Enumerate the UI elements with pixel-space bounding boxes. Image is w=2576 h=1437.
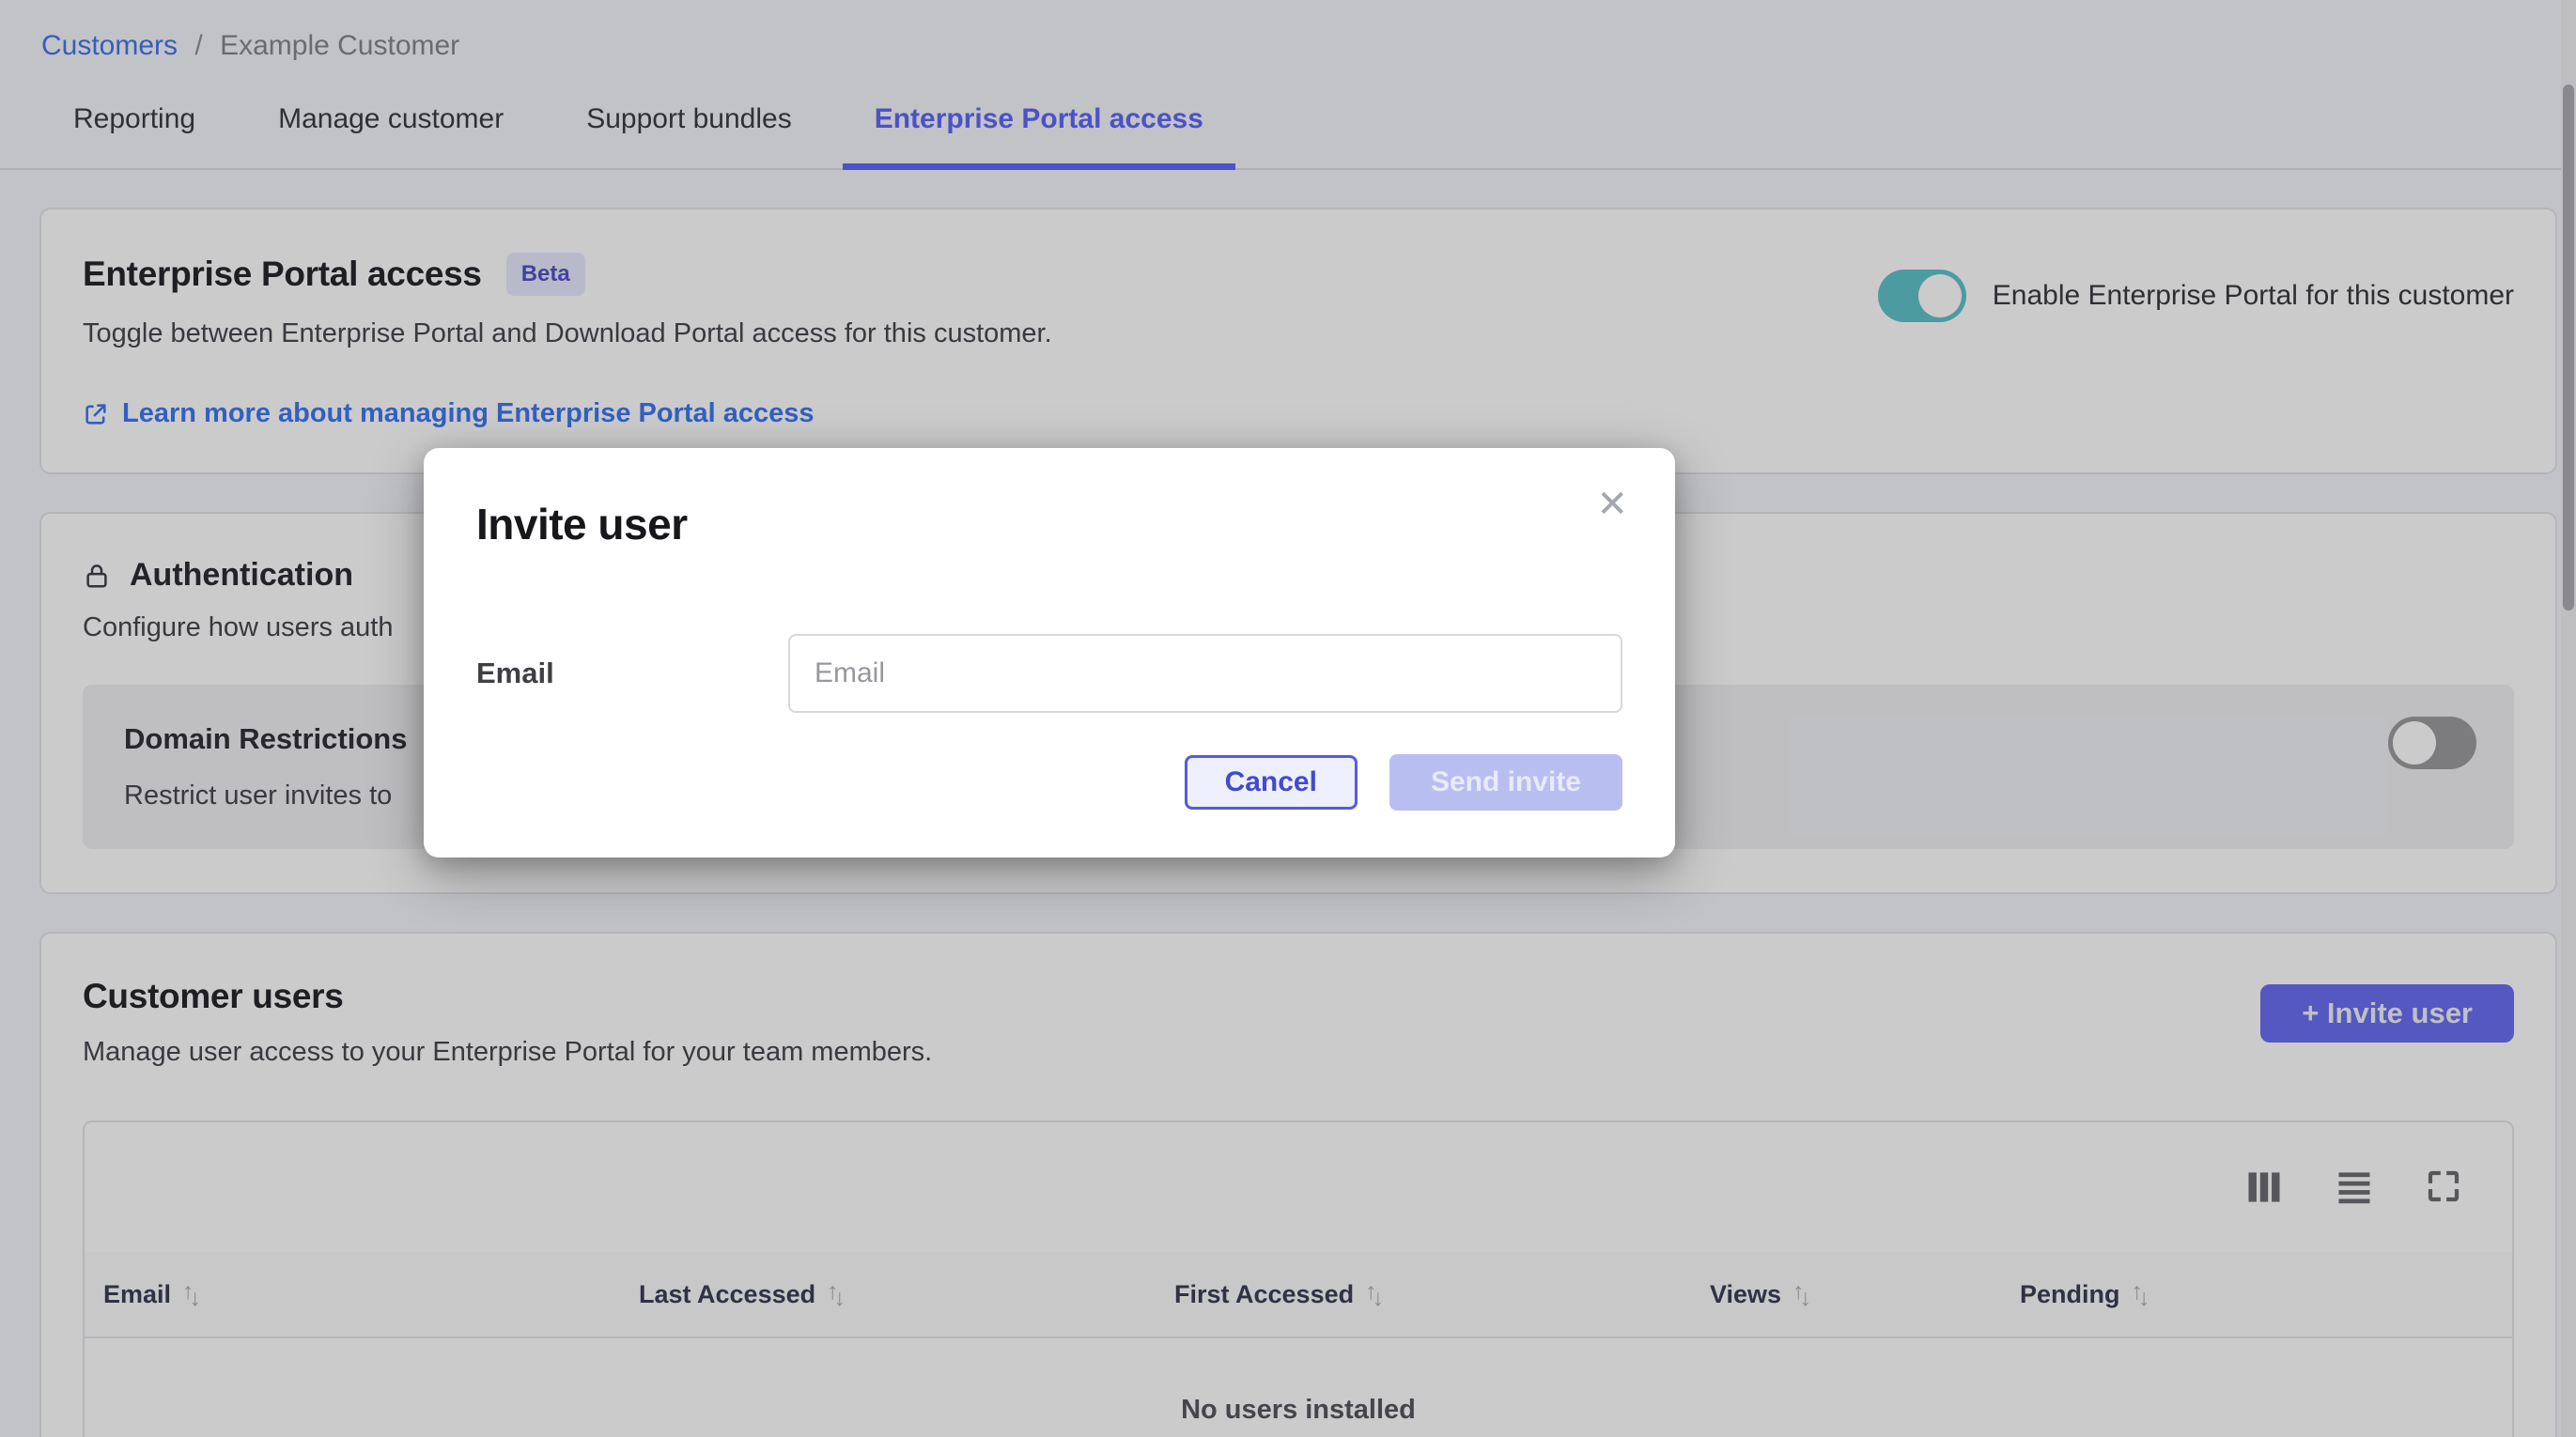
page: Customers / Example Customer Reporting M…: [0, 0, 2576, 1437]
invite-user-modal: Invite user ✕ Email Cancel Send invite: [424, 448, 1675, 858]
cancel-button[interactable]: Cancel: [1185, 755, 1358, 810]
modal-title: Invite user: [476, 499, 1622, 549]
modal-actions: Cancel Send invite: [476, 754, 1622, 811]
close-icon[interactable]: ✕: [1596, 486, 1628, 523]
email-label: Email: [476, 657, 788, 690]
email-form-row: Email: [476, 634, 1622, 713]
send-invite-button[interactable]: Send invite: [1389, 754, 1622, 811]
email-field[interactable]: [788, 634, 1622, 713]
